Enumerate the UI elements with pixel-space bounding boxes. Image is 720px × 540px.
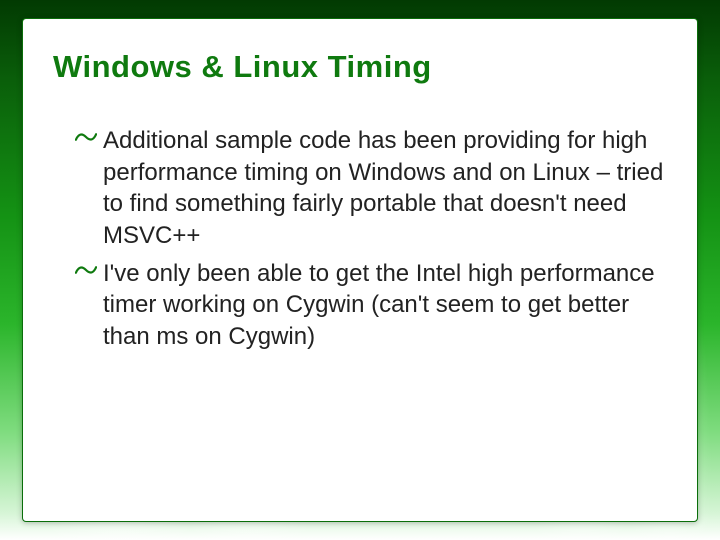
list-item: Additional sample code has been providin… xyxy=(79,125,665,252)
tilde-bullet-icon xyxy=(75,264,97,286)
slide-title: Windows & Linux Timing xyxy=(53,49,667,85)
slide-card: Windows & Linux Timing Additional sample… xyxy=(22,18,698,522)
slide-body: Additional sample code has been providin… xyxy=(53,125,667,353)
tilde-bullet-icon xyxy=(75,131,97,153)
bullet-text: Additional sample code has been providin… xyxy=(103,127,663,249)
slide-background: Windows & Linux Timing Additional sample… xyxy=(0,0,720,540)
bullet-text: I've only been able to get the Intel hig… xyxy=(103,260,655,350)
list-item: I've only been able to get the Intel hig… xyxy=(79,258,665,353)
